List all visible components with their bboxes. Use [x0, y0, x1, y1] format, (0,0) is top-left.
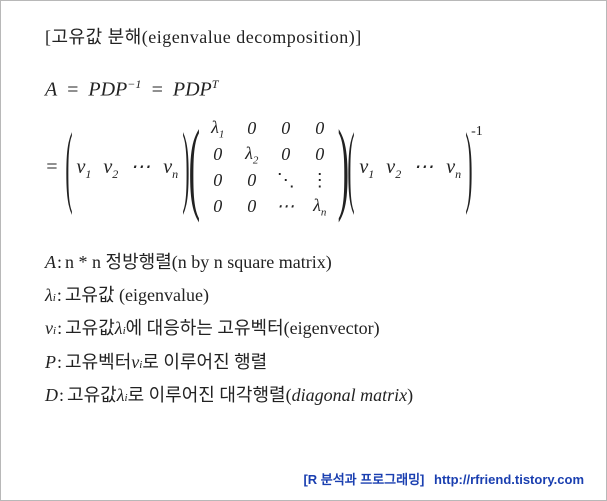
def-D-postplain: 로 이루어진 대각행렬(: [128, 379, 292, 412]
def-lambda-text: 고유값 (eigenvalue): [65, 279, 209, 312]
def-v-midsym: λ: [115, 312, 123, 345]
v1: v1: [76, 156, 91, 182]
eq1-lhs: A: [45, 79, 57, 101]
open-paren-icon: (: [65, 131, 72, 204]
row-vector-2-items: v1 v2 ⋯ vn: [355, 154, 465, 182]
m41: 0: [213, 196, 222, 217]
m22: λ2: [245, 143, 258, 167]
dotsb: ⋯: [413, 154, 434, 179]
diagonal-matrix: λ1 0 0 0 0 λ2 0 0 0 0 ⋱ ⋮ 0 0 ⋯ λn: [201, 116, 337, 220]
def-v-post: 에 대응하는 고유벡터(eigenvector): [126, 312, 380, 345]
close-paren2-icon: ): [465, 131, 472, 204]
def-v-pre: 고유값: [65, 312, 115, 345]
m11-sub: 1: [219, 128, 225, 140]
eq1-equals-1: =: [66, 79, 80, 101]
m33: ⋱: [277, 170, 295, 191]
equation-line-1: A = PDP−1 = PDPT: [45, 77, 566, 102]
row-vector-2: ( v1 v2 ⋯ vn ): [347, 148, 473, 186]
v2-sym: v: [103, 156, 112, 178]
m44-sub: n: [321, 206, 327, 218]
footer: [R 분석과 프로그래밍] http://rfriend.tistory.com: [303, 469, 584, 488]
m44: λn: [313, 195, 326, 219]
m43: ⋯: [276, 196, 295, 217]
colon: :: [57, 346, 62, 379]
m44-sym: λ: [313, 195, 321, 215]
vn-sym: v: [163, 156, 172, 178]
def-D: D:고유값 λi 로 이루어진 대각행렬(diagonal matrix): [45, 379, 566, 412]
matrix-open-paren-icon: (: [189, 126, 200, 208]
def-D-sym: D: [45, 379, 58, 412]
v2b-sym: v: [386, 156, 395, 178]
row-vector-1-items: v1 v2 ⋯ vn: [72, 154, 182, 182]
equation-line-2: = ( v1 v2 ⋯ vn ) ( λ1 0 0 0 0 λ2 0 0 0 0…: [45, 116, 566, 220]
def-D-pre: 고유값: [67, 379, 117, 412]
def-v: vi:고유값 λi에 대응하는 고유벡터(eigenvector): [45, 312, 566, 345]
v2b: v2: [386, 156, 401, 182]
vnb-sym: v: [446, 156, 455, 178]
vnb: vn: [446, 156, 461, 182]
v1b-sub: 1: [368, 167, 374, 181]
footer-url[interactable]: http://rfriend.tistory.com: [434, 472, 584, 487]
footer-tag: [R 분석과 프로그래밍]: [303, 472, 424, 487]
def-A: A:n * n 정방행렬(n by n square matrix): [45, 246, 566, 279]
def-A-text: n * n 정방행렬(n by n square matrix): [65, 246, 332, 279]
dots: ⋯: [130, 154, 151, 179]
def-D-midsym: λ: [117, 379, 125, 412]
def-v-sub: i: [53, 321, 56, 341]
colon: :: [57, 279, 62, 312]
def-P: P:고유벡터vi 로 이루어진 행렬: [45, 346, 566, 379]
eq1-equals-2: =: [150, 79, 164, 101]
vn-sub: n: [172, 167, 178, 181]
def-v-sym: v: [45, 312, 53, 345]
eq1-exp2: T: [212, 77, 219, 91]
inverse-exponent: -1: [471, 124, 483, 140]
m13: 0: [281, 118, 290, 139]
m22-sub: 2: [253, 154, 259, 166]
m42: 0: [247, 196, 256, 217]
m11-sym: λ: [211, 117, 219, 137]
m22-sym: λ: [245, 143, 253, 163]
def-P-post: 로 이루어진 행렬: [142, 346, 267, 379]
m31: 0: [213, 170, 222, 191]
def-A-sym: A: [45, 246, 56, 279]
def-lambda-sym: λ: [45, 279, 53, 312]
m34: ⋮: [311, 170, 329, 191]
m12: 0: [247, 118, 256, 139]
m24: 0: [315, 144, 324, 165]
v1-sub: 1: [85, 167, 91, 181]
v2-sub: 2: [112, 167, 118, 181]
def-P-sym: P: [45, 346, 56, 379]
eq1-rhs1: PDP: [88, 79, 127, 101]
m21: 0: [213, 144, 222, 165]
v2b-sub: 2: [395, 167, 401, 181]
def-lambda: λi:고유값 (eigenvalue): [45, 279, 566, 312]
m32: 0: [247, 170, 256, 191]
def-P-midsym: v: [131, 346, 139, 379]
eq1-rhs2: PDP: [173, 79, 212, 101]
def-D-close: ): [407, 379, 413, 412]
open-paren2-icon: (: [348, 131, 355, 204]
page-title: [고유값 분해(eigenvalue decomposition)]: [45, 23, 566, 49]
def-P-pre: 고유벡터: [65, 346, 131, 379]
m14: 0: [315, 118, 324, 139]
v1b-sym: v: [359, 156, 368, 178]
colon: :: [57, 246, 62, 279]
m11: λ1: [211, 117, 224, 141]
colon: :: [57, 312, 62, 345]
v2: v2: [103, 156, 118, 182]
vn: vn: [163, 156, 178, 182]
row-vector-1: ( v1 v2 ⋯ vn ): [65, 148, 191, 186]
eq1-exp1: −1: [127, 77, 141, 91]
definitions-list: A:n * n 정방행렬(n by n square matrix) λi:고유…: [45, 246, 566, 412]
eq2-prefix: =: [45, 156, 59, 179]
m23: 0: [281, 144, 290, 165]
v1b: v1: [359, 156, 374, 182]
colon: :: [59, 379, 64, 412]
document-page: [고유값 분해(eigenvalue decomposition)] A = P…: [0, 0, 607, 501]
vnb-sub: n: [455, 167, 461, 181]
def-D-em: diagonal matrix: [292, 379, 408, 412]
def-lambda-sub: i: [53, 288, 56, 308]
